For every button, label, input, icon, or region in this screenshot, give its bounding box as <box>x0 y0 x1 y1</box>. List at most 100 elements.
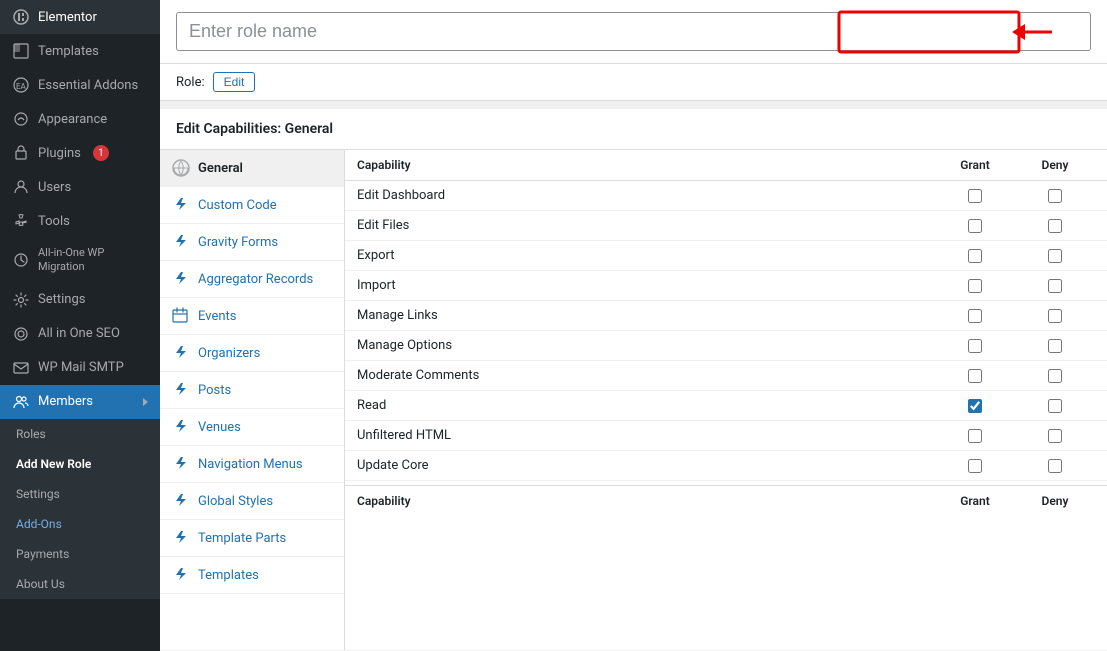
cap-table: Capability Grant Deny Edit Dashboard Edi… <box>345 150 1107 650</box>
submenu-item-addons[interactable]: Add-Ons <box>0 509 160 539</box>
submenu-item-payments[interactable]: Payments <box>0 539 160 569</box>
submenu-item-add-new-role[interactable]: Add New Role <box>0 449 160 479</box>
sidebar-label-appearance: Appearance <box>38 112 107 127</box>
edit-role-button[interactable]: Edit <box>213 72 256 92</box>
capability-name: Import <box>357 278 935 293</box>
grant-check-5[interactable] <box>935 339 1015 353</box>
cap-nav-aggregator-records[interactable]: Aggregator Records <box>160 261 344 298</box>
bolt-icon-custom-code <box>172 196 190 214</box>
deny-checkbox-8[interactable] <box>1048 429 1062 443</box>
deny-check-3[interactable] <box>1015 279 1095 293</box>
wpmail-icon <box>12 359 30 377</box>
grant-check-4[interactable] <box>935 309 1015 323</box>
deny-checkbox-2[interactable] <box>1048 249 1062 263</box>
capability-name: Manage Options <box>357 338 935 353</box>
table-row: Export <box>345 241 1107 271</box>
deny-checkbox-1[interactable] <box>1048 219 1062 233</box>
deny-check-6[interactable] <box>1015 369 1095 383</box>
submenu-item-settings[interactable]: Settings <box>0 479 160 509</box>
table-row: Moderate Comments <box>345 361 1107 391</box>
grant-checkbox-3[interactable] <box>968 279 982 293</box>
sidebar-label-settings: Settings <box>38 292 85 307</box>
sidebar-item-settings[interactable]: Settings <box>0 283 160 317</box>
capabilities-header-text: Edit Capabilities: General <box>176 121 333 137</box>
sidebar-item-appearance[interactable]: Appearance <box>0 102 160 136</box>
sidebar-item-elementor[interactable]: Elementor <box>0 0 160 34</box>
sidebar-item-allinone[interactable]: All-in-One WP Migration <box>0 238 160 283</box>
grant-checkbox-9[interactable] <box>968 459 982 473</box>
role-name-input[interactable] <box>176 12 1091 51</box>
sidebar-item-templates[interactable]: Templates <box>0 34 160 68</box>
grant-checkbox-5[interactable] <box>968 339 982 353</box>
cap-nav-label-navigation-menus: Navigation Menus <box>198 457 303 472</box>
grant-checkbox-4[interactable] <box>968 309 982 323</box>
sidebar-item-allinseo[interactable]: All in One SEO <box>0 317 160 351</box>
submenu-item-roles[interactable]: Roles <box>0 419 160 449</box>
capabilities-header: Edit Capabilities: General <box>160 109 1107 150</box>
deny-checkbox-9[interactable] <box>1048 459 1062 473</box>
cap-nav-template-parts[interactable]: Template Parts <box>160 520 344 557</box>
sidebar-item-plugins[interactable]: Plugins 1 <box>0 136 160 170</box>
deny-checkbox-0[interactable] <box>1048 189 1062 203</box>
cap-nav-venues[interactable]: Venues <box>160 409 344 446</box>
cap-nav-label-global-styles: Global Styles <box>198 494 273 509</box>
grant-check-0[interactable] <box>935 189 1015 203</box>
cap-nav-posts[interactable]: Posts <box>160 372 344 409</box>
deny-checkbox-3[interactable] <box>1048 279 1062 293</box>
cap-nav-label-posts: Posts <box>198 383 231 398</box>
bolt-icon-global-styles <box>172 492 190 510</box>
deny-check-4[interactable] <box>1015 309 1095 323</box>
sidebar-item-wpmail[interactable]: WP Mail SMTP <box>0 351 160 385</box>
grant-checkbox-1[interactable] <box>968 219 982 233</box>
capabilities-body: General Custom Code Gravity Forms Aggreg… <box>160 150 1107 650</box>
deny-check-0[interactable] <box>1015 189 1095 203</box>
cap-nav-label-custom-code: Custom Code <box>198 198 277 213</box>
deny-check-2[interactable] <box>1015 249 1095 263</box>
col-header-grant: Grant <box>935 158 1015 172</box>
sidebar-item-users[interactable]: Users <box>0 170 160 204</box>
bolt-icon-navigation-menus <box>172 455 190 473</box>
deny-checkbox-5[interactable] <box>1048 339 1062 353</box>
sidebar-item-essential-addons[interactable]: EA Essential Addons <box>0 68 160 102</box>
deny-checkbox-6[interactable] <box>1048 369 1062 383</box>
grant-checkbox-7[interactable] <box>968 399 982 413</box>
submenu-item-about-us[interactable]: About Us <box>0 569 160 599</box>
cap-nav-general[interactable]: General <box>160 150 344 187</box>
deny-checkbox-4[interactable] <box>1048 309 1062 323</box>
deny-check-9[interactable] <box>1015 459 1095 473</box>
grant-checkbox-2[interactable] <box>968 249 982 263</box>
cap-nav-global-styles[interactable]: Global Styles <box>160 483 344 520</box>
deny-check-1[interactable] <box>1015 219 1095 233</box>
table-row: Manage Options <box>345 331 1107 361</box>
cap-nav-templates[interactable]: Templates <box>160 557 344 594</box>
deny-check-8[interactable] <box>1015 429 1095 443</box>
grant-check-2[interactable] <box>935 249 1015 263</box>
cap-nav-gravity-forms[interactable]: Gravity Forms <box>160 224 344 261</box>
sidebar-item-tools[interactable]: Tools <box>0 204 160 238</box>
grant-checkbox-6[interactable] <box>968 369 982 383</box>
grant-check-3[interactable] <box>935 279 1015 293</box>
deny-check-7[interactable] <box>1015 399 1095 413</box>
grant-check-7[interactable] <box>935 399 1015 413</box>
deny-check-5[interactable] <box>1015 339 1095 353</box>
cap-nav-label-template-parts: Template Parts <box>198 531 286 546</box>
cap-nav-navigation-menus[interactable]: Navigation Menus <box>160 446 344 483</box>
sidebar-item-members[interactable]: Members <box>0 385 160 419</box>
cap-nav-label-venues: Venues <box>198 420 241 435</box>
grant-check-1[interactable] <box>935 219 1015 233</box>
grant-checkbox-8[interactable] <box>968 429 982 443</box>
wp-logo-icon <box>172 159 190 177</box>
cap-nav-events[interactable]: Events <box>160 298 344 335</box>
tools-icon <box>12 212 30 230</box>
deny-checkbox-7[interactable] <box>1048 399 1062 413</box>
grant-checkbox-0[interactable] <box>968 189 982 203</box>
grant-check-9[interactable] <box>935 459 1015 473</box>
cap-nav-custom-code[interactable]: Custom Code <box>160 187 344 224</box>
submenu-label-addons: Add-Ons <box>16 517 62 531</box>
appearance-icon <box>12 110 30 128</box>
grant-check-6[interactable] <box>935 369 1015 383</box>
cap-nav-organizers[interactable]: Organizers <box>160 335 344 372</box>
grant-check-8[interactable] <box>935 429 1015 443</box>
cap-nav: General Custom Code Gravity Forms Aggreg… <box>160 150 345 650</box>
sidebar-label-elementor: Elementor <box>38 10 97 25</box>
